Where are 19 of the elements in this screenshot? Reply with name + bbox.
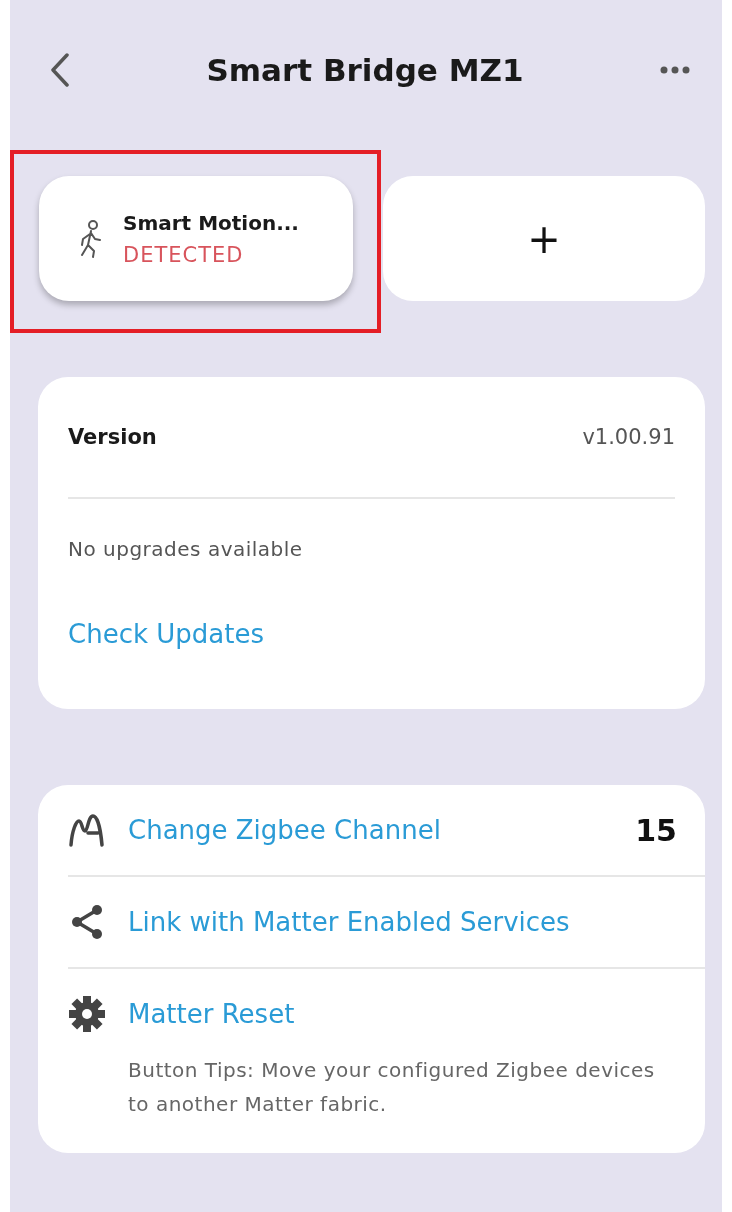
channel-value: 15	[635, 812, 677, 848]
version-value: v1.00.91	[582, 425, 675, 449]
settings-icon	[68, 995, 106, 1033]
action-link[interactable]: Matter Reset	[128, 999, 295, 1029]
check-updates-link[interactable]: Check Updates	[68, 619, 264, 649]
device-tile[interactable]: Smart Motion... DETECTED	[39, 176, 353, 301]
back-icon[interactable]	[50, 53, 70, 87]
more-icon[interactable]	[660, 66, 690, 74]
version-label: Version	[68, 425, 157, 449]
walking-person-icon	[79, 218, 101, 259]
action-link[interactable]: Link with Matter Enabled Services	[128, 907, 570, 937]
tip-text: Button Tips: Move your configured Zigbee devices to another Matter fabric.	[128, 1057, 656, 1118]
add-device-button[interactable]: +	[383, 176, 705, 301]
page-title: Smart Bridge MZ1	[206, 52, 524, 88]
device-name: Smart Motion...	[123, 210, 299, 235]
device-status: DETECTED	[123, 242, 245, 267]
action-link[interactable]: Change Zigbee Channel	[128, 815, 441, 845]
zigbee-signal-icon	[68, 813, 106, 847]
upgrade-message: No upgrades available	[68, 537, 304, 561]
